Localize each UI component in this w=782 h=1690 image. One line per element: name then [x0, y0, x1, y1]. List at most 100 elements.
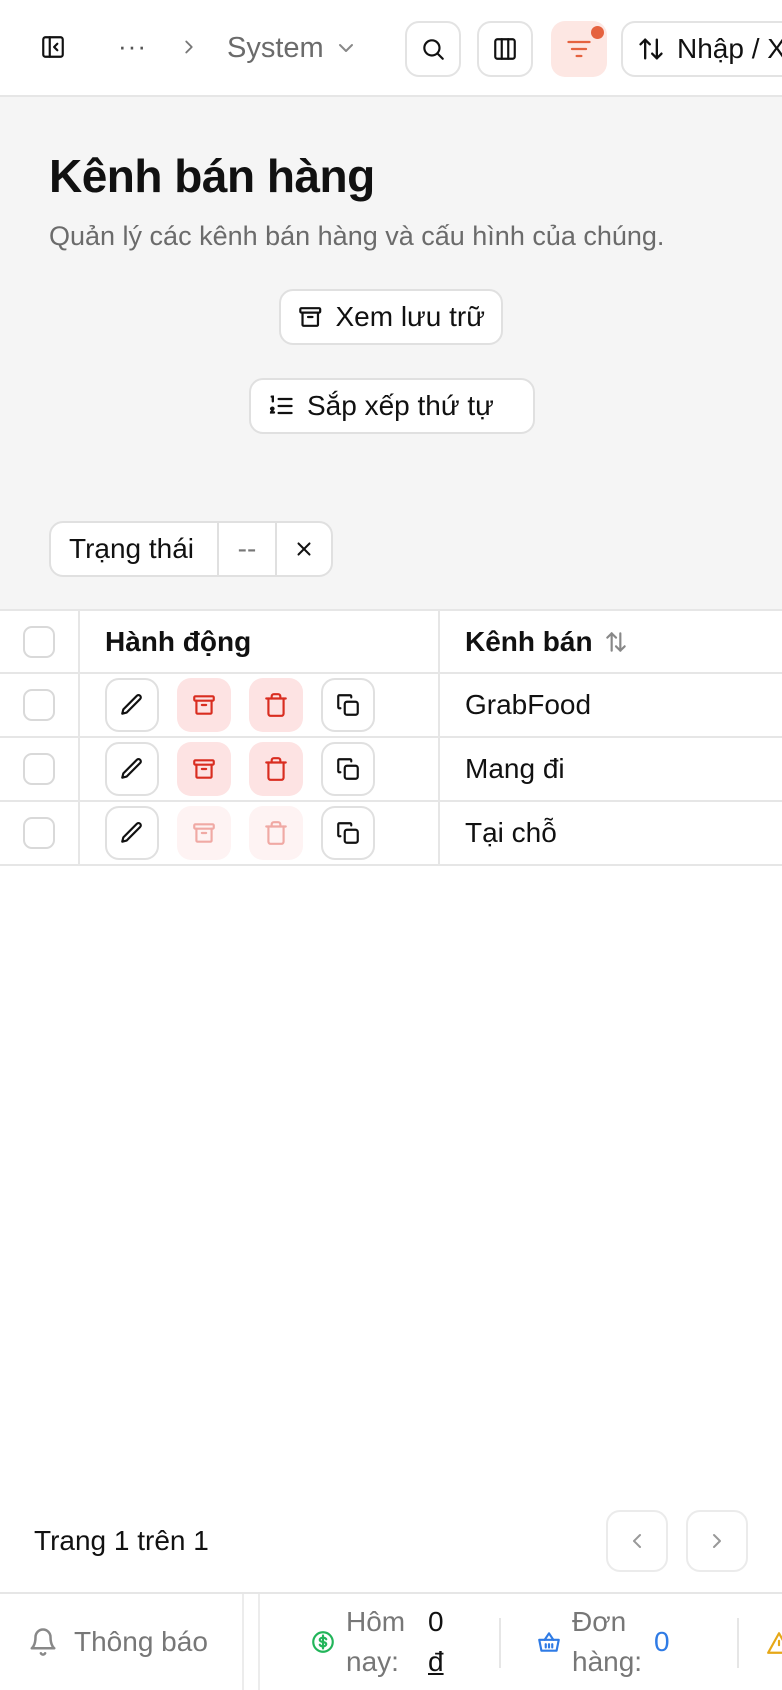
archive-icon	[193, 695, 215, 715]
status-separator	[499, 1618, 501, 1668]
today-amount: 0	[428, 1606, 444, 1637]
channel-name-cell: Tại chỗ	[465, 817, 557, 848]
status-filter-value[interactable]: --	[219, 523, 277, 575]
copy-icon	[337, 758, 359, 780]
row-actions	[80, 802, 440, 864]
today-value: 0 đ	[428, 1602, 444, 1682]
ordered-list-icon	[269, 395, 293, 415]
row-checkbox[interactable]	[23, 817, 55, 849]
pencil-icon	[121, 694, 142, 715]
orders-label: Đơn hàng:	[572, 1602, 644, 1682]
table-row: GrabFood	[0, 674, 782, 738]
status-divider	[258, 1594, 260, 1690]
status-filter-label[interactable]: Trạng thái	[51, 523, 219, 575]
row-actions	[80, 674, 440, 736]
columns-button[interactable]	[477, 21, 533, 77]
pencil-icon	[121, 758, 142, 779]
chevron-left-icon	[633, 1534, 641, 1548]
column-header-channel[interactable]: Kênh bán	[440, 611, 782, 672]
filter-icon	[567, 40, 591, 58]
orders-label-line-2: hàng:	[572, 1646, 643, 1677]
chevron-down-icon	[338, 44, 353, 52]
archive-icon	[193, 823, 215, 843]
columns-icon	[494, 38, 516, 60]
channels-table: Hành động Kênh bán GrabFood Mang đi Tại …	[0, 609, 782, 866]
duplicate-button[interactable]	[321, 678, 375, 732]
column-header-actions: Hành động	[80, 611, 440, 672]
notifications-button[interactable]: Thông báo	[0, 1594, 244, 1690]
page-title: Kênh bán hàng	[49, 150, 375, 202]
duplicate-button[interactable]	[321, 806, 375, 860]
archive-button[interactable]	[177, 678, 231, 732]
column-header-channel-label: Kênh bán	[465, 625, 593, 657]
trash-icon	[265, 821, 287, 845]
next-page-button[interactable]	[686, 1510, 748, 1572]
edit-button[interactable]	[105, 742, 159, 796]
select-all-checkbox[interactable]	[23, 625, 55, 658]
chevron-right-icon	[178, 34, 200, 65]
archive-button-disabled	[177, 806, 231, 860]
archive-icon	[299, 307, 322, 327]
today-label: Hôm nay:	[346, 1602, 418, 1682]
row-select-cell	[0, 738, 80, 800]
pencil-icon	[121, 822, 142, 843]
filter-button[interactable]	[551, 21, 607, 77]
sort-order-button[interactable]: Sắp xếp thứ tự	[249, 378, 535, 434]
status-separator	[737, 1618, 739, 1668]
notifications-label: Thông báo	[74, 1626, 208, 1657]
table-header-row: Hành động Kênh bán	[0, 611, 782, 674]
sort-order-label: Sắp xếp thứ tự	[307, 390, 494, 421]
sort-arrows-icon[interactable]	[603, 629, 629, 655]
row-select-cell	[0, 674, 80, 736]
delete-button[interactable]	[249, 742, 303, 796]
delete-button-disabled	[249, 806, 303, 860]
page-header: Kênh bán hàng Quản lý các kênh bán hàng …	[0, 97, 782, 609]
breadcrumb-current[interactable]: System	[227, 28, 358, 68]
trash-icon	[265, 693, 287, 717]
trash-icon	[265, 757, 287, 781]
bell-icon	[30, 1628, 56, 1656]
chevron-right-icon	[713, 1534, 721, 1548]
table-row: Tại chỗ	[0, 802, 782, 866]
status-filter-chip: Trạng thái --	[49, 521, 333, 577]
today-revenue-stat: Hôm nay: 0 đ	[310, 1594, 444, 1690]
duplicate-button[interactable]	[321, 742, 375, 796]
filter-active-dot	[591, 26, 604, 39]
search-button[interactable]	[405, 21, 461, 77]
import-export-button[interactable]: Nhập / X	[621, 21, 782, 77]
today-label-line-1: Hôm	[346, 1606, 406, 1637]
view-archive-button[interactable]: Xem lưu trữ	[279, 289, 503, 345]
previous-page-button[interactable]	[606, 1510, 668, 1572]
breadcrumb-current-label: System	[227, 31, 324, 64]
copy-icon	[337, 694, 359, 716]
top-toolbar: ··· System Nhập / X	[0, 0, 782, 97]
row-checkbox[interactable]	[23, 689, 55, 721]
orders-value: 0	[654, 1626, 670, 1657]
search-icon	[423, 39, 444, 60]
money-circle-icon	[312, 1631, 334, 1653]
page-subtitle: Quản lý các kênh bán hàng và cấu hình củ…	[49, 221, 665, 251]
channel-name-cell: GrabFood	[465, 689, 592, 720]
today-currency: đ	[428, 1646, 444, 1677]
archive-button[interactable]	[177, 742, 231, 796]
row-checkbox[interactable]	[23, 753, 55, 785]
copy-icon	[337, 822, 359, 844]
status-filter-clear-button[interactable]	[277, 523, 331, 575]
edit-button[interactable]	[105, 678, 159, 732]
sidebar-toggle-button[interactable]	[36, 30, 70, 64]
row-actions	[80, 738, 440, 800]
view-archive-label: Xem lưu trữ	[335, 301, 485, 332]
warning-icon	[767, 1632, 782, 1654]
app-window: ··· System Nhập / X Kênh bán hàng Quản l…	[0, 0, 782, 1690]
sidebar-toggle-icon	[42, 36, 64, 58]
channel-name-cell: Mang đi	[465, 753, 565, 784]
edit-button[interactable]	[105, 806, 159, 860]
basket-icon	[538, 1632, 560, 1652]
delete-button[interactable]	[249, 678, 303, 732]
orders-stat: Đơn hàng: 0	[536, 1594, 670, 1690]
select-all-cell	[0, 611, 80, 672]
import-export-label: Nhập / X	[677, 33, 782, 64]
today-label-line-2: nay:	[346, 1646, 399, 1677]
breadcrumb-more-button[interactable]: ···	[118, 26, 148, 66]
status-bar: Thông báo Hôm nay: 0 đ Đơn hàng: 0	[0, 1592, 782, 1690]
